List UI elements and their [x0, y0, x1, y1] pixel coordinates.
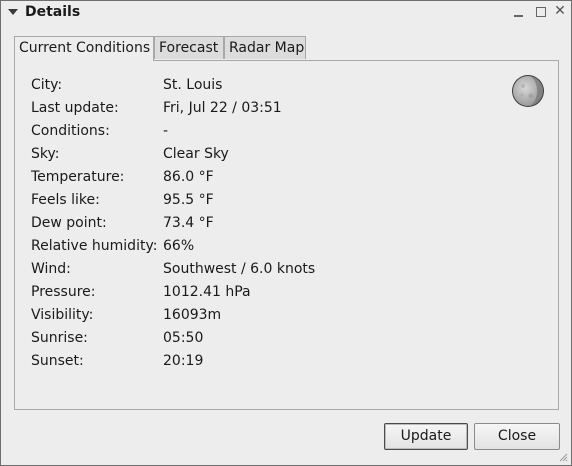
wind-label: Wind:	[31, 259, 161, 279]
update-button-label: Update	[401, 428, 452, 444]
city-value: St. Louis	[163, 75, 222, 95]
details-window: Details ✕ Current Conditions Forecast Ra…	[0, 0, 572, 466]
maximize-icon[interactable]	[533, 4, 549, 20]
last-update-label: Last update:	[31, 98, 161, 118]
feels-like-value: 95.5 °F	[163, 190, 214, 210]
resize-grip-icon[interactable]	[558, 452, 568, 462]
update-button[interactable]: Update	[384, 423, 468, 450]
dew-point-value: 73.4 °F	[163, 213, 214, 233]
sky-label: Sky:	[31, 144, 161, 164]
relative-humidity-value: 66%	[163, 236, 194, 256]
sunrise-label: Sunrise:	[31, 328, 161, 348]
wind-value: Southwest / 6.0 knots	[163, 259, 315, 279]
title-bar: Details ✕	[1, 1, 571, 25]
city-label: City:	[31, 75, 161, 95]
minimize-icon[interactable]	[511, 4, 527, 20]
close-button[interactable]: Close	[474, 423, 560, 450]
current-conditions-panel: City: St. Louis Last update: Fri, Jul 22…	[14, 60, 559, 410]
tab-forecast[interactable]: Forecast	[154, 36, 224, 59]
last-update-value: Fri, Jul 22 / 03:51	[163, 98, 282, 118]
dew-point-label: Dew point:	[31, 213, 161, 233]
feels-like-label: Feels like:	[31, 190, 161, 210]
conditions-label: Conditions:	[31, 121, 161, 141]
close-button-label: Close	[498, 428, 536, 444]
temperature-label: Temperature:	[31, 167, 161, 187]
sunset-value: 20:19	[163, 351, 203, 371]
tab-current-conditions[interactable]: Current Conditions	[14, 36, 154, 61]
relative-humidity-label: Relative humidity:	[31, 236, 161, 256]
pressure-label: Pressure:	[31, 282, 161, 302]
sunrise-value: 05:50	[163, 328, 203, 348]
sky-value: Clear Sky	[163, 144, 229, 164]
pressure-value: 1012.41 hPa	[163, 282, 251, 302]
visibility-label: Visibility:	[31, 305, 161, 325]
tab-radar-map[interactable]: Radar Map	[224, 36, 306, 59]
sunset-label: Sunset:	[31, 351, 161, 371]
window-title: Details	[25, 4, 80, 20]
temperature-value: 86.0 °F	[163, 167, 214, 187]
visibility-value: 16093m	[163, 305, 221, 325]
moon-phase-icon	[511, 74, 545, 108]
window-menu-arrow-icon[interactable]	[8, 9, 18, 15]
conditions-value: -	[163, 121, 168, 141]
close-icon[interactable]: ✕	[552, 3, 568, 19]
